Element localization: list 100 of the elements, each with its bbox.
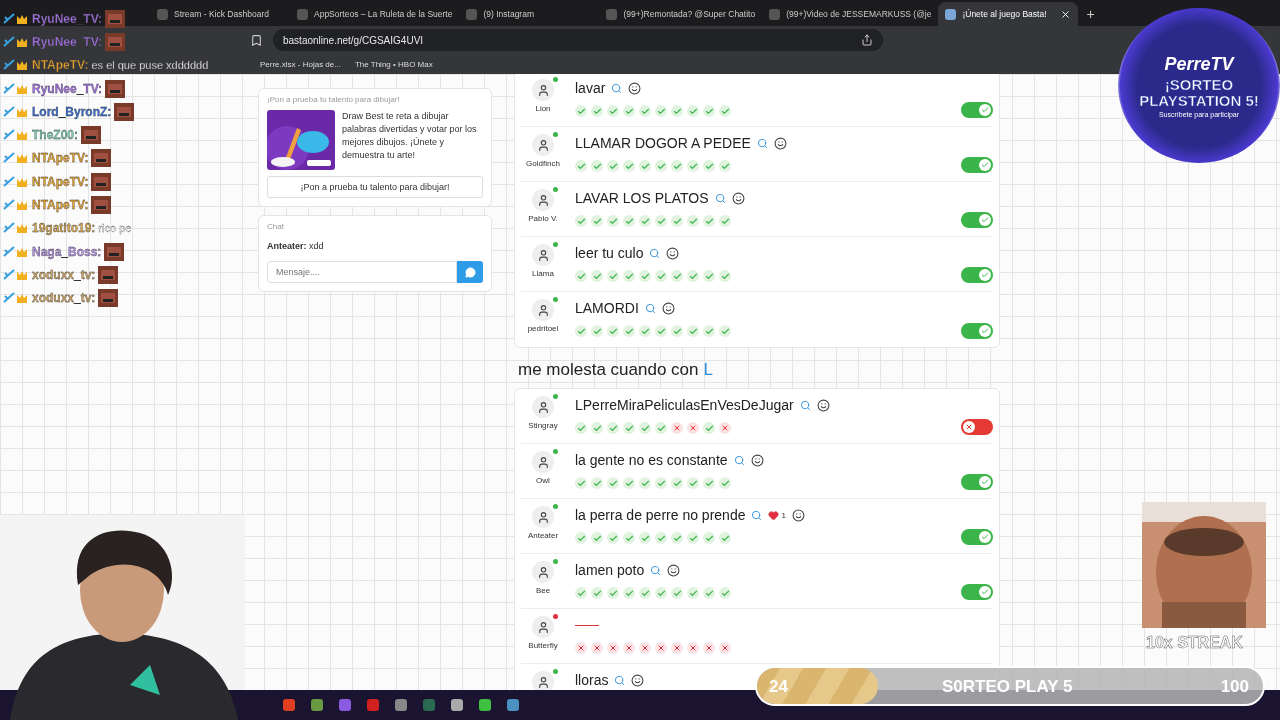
validity-toggle[interactable] bbox=[961, 212, 993, 228]
new-tab-button[interactable]: + bbox=[1078, 6, 1103, 26]
chat-text: es el que puse xdddddd bbox=[91, 59, 209, 72]
search-icon[interactable] bbox=[614, 674, 626, 686]
bookmark-icon[interactable] bbox=[250, 33, 263, 47]
smiley-icon[interactable] bbox=[661, 301, 675, 315]
answer-text: la gente no es constante bbox=[575, 452, 728, 468]
answer-text: lloras bbox=[575, 672, 609, 688]
smiley-icon[interactable] bbox=[666, 246, 680, 260]
search-icon[interactable] bbox=[751, 509, 763, 521]
browser-tab[interactable]: Stream - Kick Dashboard bbox=[150, 2, 290, 26]
search-icon[interactable] bbox=[714, 192, 726, 204]
badge-icon bbox=[3, 105, 29, 118]
like-count[interactable]: 1 bbox=[768, 509, 786, 521]
close-icon[interactable] bbox=[1060, 8, 1072, 20]
round-letter: L bbox=[703, 360, 713, 380]
app-icon[interactable] bbox=[506, 698, 520, 712]
chat-bubble-icon bbox=[464, 266, 476, 278]
answer-text: LAVAR LOS PLATOS bbox=[575, 190, 709, 206]
validity-toggle[interactable] bbox=[961, 419, 993, 435]
app-icon[interactable] bbox=[394, 698, 408, 712]
search-icon[interactable] bbox=[733, 454, 745, 466]
validity-toggle[interactable] bbox=[961, 584, 993, 600]
app-icon[interactable] bbox=[310, 698, 324, 712]
brand-name: PerreTV bbox=[1164, 53, 1234, 75]
chat-text: rico pe bbox=[98, 222, 132, 235]
promo-button[interactable]: ¡Pon a prueba tu talento para dibujar! bbox=[267, 176, 483, 198]
bookmark-item[interactable]: Perre.xlsx - Hojas de... bbox=[260, 59, 341, 69]
emote-icon bbox=[91, 196, 112, 214]
validity-toggle[interactable] bbox=[961, 267, 993, 283]
message-input[interactable]: Mensaje.... bbox=[267, 261, 457, 283]
smiley-icon[interactable] bbox=[791, 508, 805, 522]
address-bar[interactable]: bastaonline.net/g/CGSAIG4UVI bbox=[273, 29, 883, 51]
check-icon bbox=[981, 478, 989, 486]
streak-label: 10x STREAK bbox=[1146, 634, 1243, 652]
goal-current: 24 bbox=[769, 677, 788, 697]
browser-tab[interactable]: AppSorteos – La Ruleta de la Suerte bbox=[290, 2, 460, 26]
validity-toggle[interactable] bbox=[961, 102, 993, 118]
smiley-icon[interactable] bbox=[667, 563, 681, 577]
validity-toggle[interactable] bbox=[961, 529, 993, 545]
person-icon bbox=[536, 675, 550, 689]
chat-username: xoduxx_tv: bbox=[32, 291, 96, 306]
badge-icon bbox=[3, 175, 29, 188]
emote-icon bbox=[98, 289, 119, 308]
chat-username: xoduxx_tv: bbox=[32, 267, 96, 282]
badge-icon bbox=[3, 245, 29, 258]
check-icon bbox=[981, 106, 989, 114]
chat-message: Anteater: xdd bbox=[267, 240, 325, 253]
validity-toggle[interactable] bbox=[961, 323, 993, 339]
badge-icon bbox=[3, 129, 29, 142]
smiley-icon[interactable] bbox=[816, 398, 830, 412]
badge-icon bbox=[3, 199, 29, 211]
answer-text: leer tu culo bbox=[575, 245, 644, 261]
browser-tab[interactable]: (99+)Video de JESSEMARKUSS (@je bbox=[762, 2, 939, 26]
chat-username: NTApeTV: bbox=[32, 174, 89, 189]
check-icon bbox=[981, 216, 989, 224]
answer-text: LPerreMiraPeliculasEnVesDeJugar bbox=[575, 397, 794, 413]
send-button[interactable] bbox=[457, 261, 483, 283]
app-icon[interactable] bbox=[366, 698, 380, 712]
player-name: Goldfinch bbox=[526, 159, 560, 168]
app-icon[interactable] bbox=[478, 698, 492, 712]
smiley-icon[interactable] bbox=[628, 81, 642, 95]
chat-username: NTApeTV: bbox=[32, 151, 89, 166]
player-name: Pablo V. bbox=[528, 214, 558, 223]
chat-username: TheZ00: bbox=[32, 128, 78, 143]
smiley-icon[interactable] bbox=[631, 673, 645, 687]
emote-icon bbox=[91, 149, 112, 168]
emote-icon bbox=[81, 126, 101, 145]
app-icon[interactable] bbox=[338, 698, 352, 712]
app-icon[interactable] bbox=[450, 698, 464, 712]
chat-title: Chat bbox=[267, 222, 285, 231]
search-icon[interactable] bbox=[644, 302, 656, 314]
bookmark-item[interactable]: The Thing • HBO Max bbox=[354, 59, 433, 69]
answer-text: LAMORDI bbox=[575, 300, 639, 316]
smiley-icon[interactable] bbox=[731, 191, 745, 205]
chat-username: NTApeTV: bbox=[32, 198, 89, 212]
validity-toggle[interactable] bbox=[961, 157, 993, 173]
check-icon bbox=[981, 271, 989, 279]
browser-tab[interactable]: (99+)Remontada? @Super Chatito bbox=[599, 2, 763, 26]
smiley-icon[interactable] bbox=[773, 136, 787, 150]
goal-title: S0RTEO PLAY 5 bbox=[942, 677, 1073, 697]
browser-tab[interactable]: ¡Únete al juego Basta! bbox=[938, 2, 1079, 26]
badge-icon bbox=[3, 35, 29, 48]
search-icon[interactable] bbox=[650, 564, 662, 576]
app-icon[interactable] bbox=[282, 698, 296, 712]
chat-username: RyuNee_TV: bbox=[32, 34, 103, 49]
smiley-icon[interactable] bbox=[750, 453, 764, 467]
answer-text: la perra de perre no prende bbox=[575, 507, 746, 523]
promo-title: ¡Pon a prueba tu talento para dibujar! bbox=[267, 95, 401, 104]
badge-icon bbox=[3, 59, 29, 72]
share-icon[interactable] bbox=[861, 34, 873, 46]
validity-toggle[interactable] bbox=[961, 474, 993, 490]
search-icon[interactable] bbox=[611, 82, 623, 94]
heart-icon bbox=[768, 509, 780, 521]
browser-tab[interactable]: (9) Instagram bbox=[459, 2, 600, 26]
search-icon[interactable] bbox=[756, 137, 768, 149]
search-icon[interactable] bbox=[799, 399, 811, 411]
answer-text: LLAMAR DOGOR A PEDEE bbox=[575, 135, 751, 151]
search-icon[interactable] bbox=[649, 247, 661, 259]
player-name: Owl bbox=[536, 476, 550, 485]
